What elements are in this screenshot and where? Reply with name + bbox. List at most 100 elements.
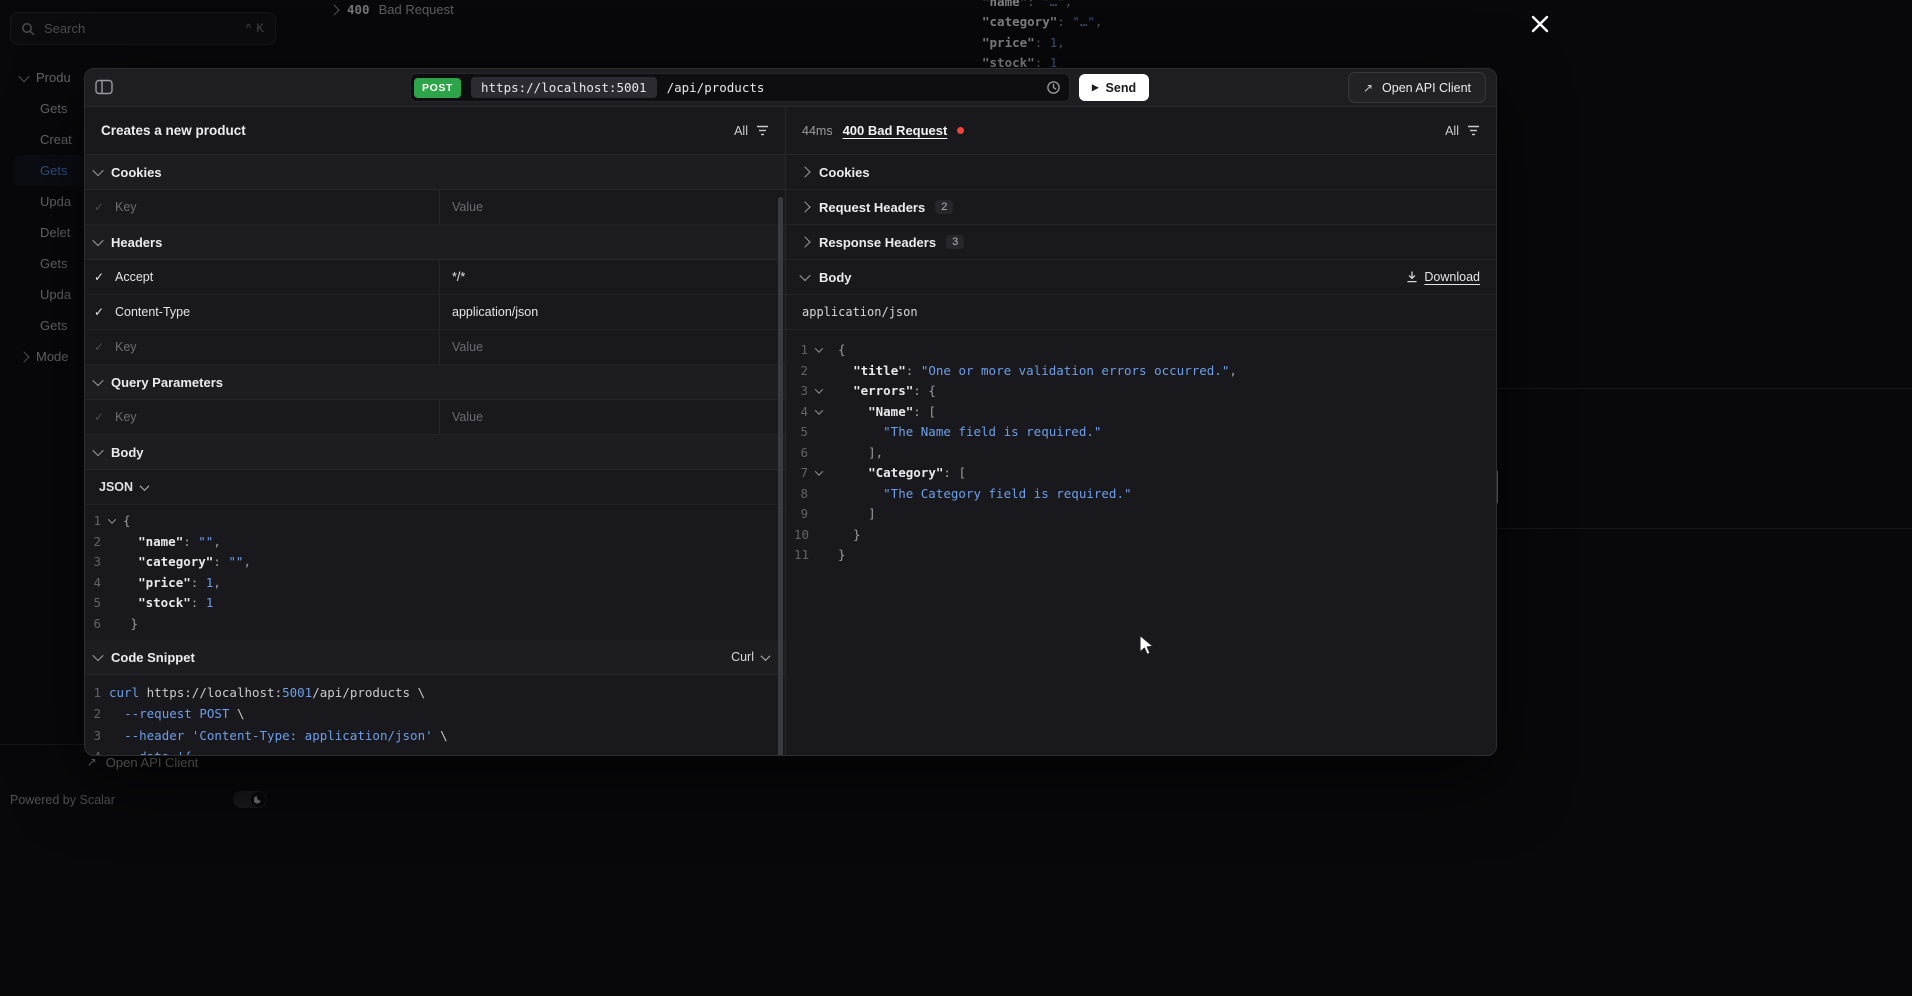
response-section-request-headers[interactable]: Request Headers 2	[786, 190, 1496, 225]
status-dot	[957, 127, 964, 134]
response-section-cookies[interactable]: Cookies	[786, 155, 1496, 190]
line-number: 3	[794, 381, 808, 402]
value-cell[interactable]: Value	[440, 400, 785, 434]
code-line: 2 "title": "One or more validation error…	[794, 361, 1496, 382]
fold-chevron-icon[interactable]	[108, 516, 116, 524]
chevron-down-icon	[92, 650, 103, 661]
row-enabled-checkbox[interactable]	[85, 295, 113, 329]
response-filter-control[interactable]: All	[1445, 124, 1480, 138]
chevron-right-icon	[799, 236, 810, 247]
section-title: Response Headers	[819, 235, 936, 250]
value-cell[interactable]: application/json	[440, 295, 785, 329]
chevron-down-icon	[92, 445, 103, 456]
base-url[interactable]: https://localhost:5001	[471, 77, 657, 98]
request-panel: Creates a new product All Cookies	[85, 107, 786, 755]
request-filter-control[interactable]: All	[734, 124, 769, 138]
code-line: 1{	[794, 340, 1496, 361]
key-cell[interactable]: Accept	[113, 260, 440, 294]
key-cell[interactable]: Key	[113, 330, 440, 364]
section-query-parameters[interactable]: Query Parameters	[85, 365, 785, 400]
code-line: 6 ],	[794, 443, 1496, 464]
body-format-select[interactable]: JSON	[85, 470, 785, 505]
body-editor[interactable]: 1{2 "name": "",3 "category": "",4 "price…	[85, 505, 785, 640]
request-path-input[interactable]: /api/products	[667, 80, 1036, 95]
client-topbar: POST https://localhost:5001 /api/product…	[85, 69, 1496, 107]
query-row-empty: Key Value	[85, 400, 785, 435]
api-client-modal: POST https://localhost:5001 /api/product…	[84, 68, 1497, 756]
row-enabled-checkbox[interactable]	[85, 400, 113, 434]
chevron-down-icon	[92, 375, 103, 386]
response-content-type: application/json	[786, 295, 1496, 330]
history-icon[interactable]	[1046, 80, 1061, 95]
code-line: 9 ]	[794, 504, 1496, 525]
line-number: 6	[89, 614, 101, 635]
section-code-snippet[interactable]: Code Snippet Curl	[85, 640, 785, 675]
key-cell[interactable]: Content-Type	[113, 295, 440, 329]
download-icon	[1406, 271, 1418, 283]
line-number: 11	[794, 545, 808, 566]
request-title: Creates a new product	[101, 123, 246, 138]
line-number: 3	[89, 725, 101, 746]
address-bar[interactable]: POST https://localhost:5001 /api/product…	[410, 73, 1070, 102]
snippet-language-select[interactable]: Curl	[731, 650, 769, 664]
section-cookies[interactable]: Cookies	[85, 155, 785, 190]
chevron-down-icon	[92, 235, 103, 246]
fold-chevron-icon[interactable]	[815, 386, 823, 394]
fold-chevron-icon[interactable]	[815, 468, 823, 476]
line-number: 1	[89, 511, 101, 532]
line-number: 4	[89, 746, 101, 756]
key-cell[interactable]: Key	[113, 400, 440, 434]
close-icon[interactable]	[1527, 12, 1553, 38]
open-api-client-button[interactable]: Open API Client	[1348, 72, 1486, 103]
row-enabled-checkbox[interactable]	[85, 190, 113, 224]
line-number: 2	[89, 532, 101, 553]
line-number: 10	[794, 525, 808, 546]
line-number: 6	[794, 443, 808, 464]
response-section-response-headers[interactable]: Response Headers 3	[786, 225, 1496, 260]
code-line: 1curl https://localhost:5001/api/product…	[89, 682, 785, 703]
sidebar-toggle-icon[interactable]	[95, 79, 113, 100]
line-number: 2	[794, 361, 808, 382]
value-cell[interactable]: Value	[440, 330, 785, 364]
section-title: Code Snippet	[111, 650, 195, 665]
code-line: 6 }	[89, 614, 785, 635]
value-cell[interactable]: */*	[440, 260, 785, 294]
download-link[interactable]: Download	[1406, 270, 1480, 284]
filter-icon	[1467, 125, 1480, 136]
header-row-content-type: Content-Type application/json	[85, 295, 785, 330]
section-title: Body	[111, 445, 144, 460]
header-row-accept: Accept */*	[85, 260, 785, 295]
code-line: 5 "The Name field is required."	[794, 422, 1496, 443]
code-line: 3 "category": "",	[89, 552, 785, 573]
method-badge: POST	[414, 78, 461, 98]
code-line: 2 "name": "",	[89, 532, 785, 553]
code-line: 2 --request POST \	[89, 703, 785, 724]
chevron-down-icon	[92, 165, 103, 176]
key-cell[interactable]: Key	[113, 190, 440, 224]
send-button[interactable]: Send	[1079, 74, 1149, 101]
code-line: 1{	[89, 511, 785, 532]
response-section-body[interactable]: Body Download	[786, 260, 1496, 295]
filter-icon	[756, 125, 769, 136]
chevron-right-icon	[799, 201, 810, 212]
fold-chevron-icon[interactable]	[815, 406, 823, 414]
fold-chevron-icon[interactable]	[815, 345, 823, 353]
row-enabled-checkbox[interactable]	[85, 260, 113, 294]
line-number: 8	[794, 484, 808, 505]
row-enabled-checkbox[interactable]	[85, 330, 113, 364]
screen: Search ^ K ProduGetsCreatGetsUpdaDeletGe…	[0, 0, 1912, 996]
code-line: 8 "The Category field is required."	[794, 484, 1496, 505]
code-line: 10 }	[794, 525, 1496, 546]
code-line: 5 "stock": 1	[89, 593, 785, 614]
code-snippet-block: 1curl https://localhost:5001/api/product…	[85, 675, 785, 756]
line-number: 9	[794, 504, 808, 525]
section-headers[interactable]: Headers	[85, 225, 785, 260]
scrollbar[interactable]	[778, 197, 783, 756]
section-body[interactable]: Body	[85, 435, 785, 470]
value-cell[interactable]: Value	[440, 190, 785, 224]
count-badge: 2	[935, 200, 953, 214]
code-line: 3 "errors": {	[794, 381, 1496, 402]
download-label: Download	[1424, 270, 1480, 284]
response-status-link[interactable]: 400 Bad Request	[843, 123, 948, 138]
code-line: 7 "Category": [	[794, 463, 1496, 484]
